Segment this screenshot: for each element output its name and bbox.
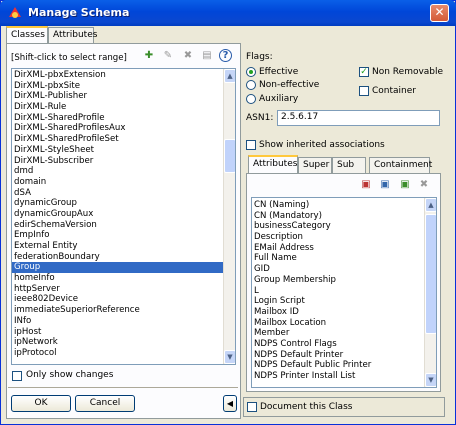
attribute-list-item[interactable]: Member	[252, 328, 423, 339]
class-list-scrollbar[interactable]: ▲ ▼	[223, 69, 235, 364]
class-list-item[interactable]: httpServer	[12, 284, 223, 295]
attribute-list-item[interactable]: NDPS Default Public Printer	[252, 360, 423, 371]
auxiliary-label: Auxiliary	[259, 94, 299, 104]
schema-app-icon	[9, 7, 21, 18]
class-list-item[interactable]: DirXML-Rule	[12, 102, 223, 113]
class-list-item[interactable]: domain	[12, 177, 223, 188]
remove-attribute-icon[interactable]: ✖	[417, 178, 431, 192]
class-list-item[interactable]: immediateSuperiorReference	[12, 305, 223, 316]
attribute-list-item[interactable]: NDPS Control Flags	[252, 339, 423, 350]
attribute-list-item[interactable]: businessCategory	[252, 221, 423, 232]
subtab-containment[interactable]: Containment	[369, 157, 432, 173]
attribute-list-item[interactable]: CN (Naming)	[252, 200, 423, 211]
document-class-label: Document this Class	[260, 402, 353, 412]
attribute-list-item[interactable]: NDPS Printer Install List	[252, 371, 423, 382]
asn1-field[interactable]: 2.5.6.17	[277, 110, 440, 126]
non-effective-label: Non-effective	[259, 80, 320, 90]
class-list-item[interactable]: edirSchemaVersion	[12, 220, 223, 231]
class-list-item[interactable]: ipNetwork	[12, 337, 223, 348]
subtab-sub[interactable]: Sub	[332, 157, 366, 173]
container-checkbox[interactable]	[359, 86, 369, 96]
attribute-list-item[interactable]: EMail Address	[252, 243, 423, 254]
class-list-item[interactable]: DirXML-pbxSite	[12, 81, 223, 92]
attribute-list-item[interactable]: NDPS Default Printer	[252, 350, 423, 361]
show-inherited-label: Show inherited associations	[259, 140, 385, 150]
class-list-item[interactable]: dmd	[12, 166, 223, 177]
attribute-list-scrollbar[interactable]: ▲ ▼	[424, 198, 436, 387]
container-label: Container	[372, 86, 416, 96]
subtab-attributes[interactable]: Attributes	[248, 155, 298, 173]
tab-attributes[interactable]: Attributes	[48, 27, 97, 43]
class-list-item[interactable]: dynamicGroupAux	[12, 209, 223, 220]
delete-class-icon[interactable]: ✖	[181, 49, 195, 63]
scroll-up-icon[interactable]: ▲	[224, 69, 235, 83]
attribute-list-item[interactable]: Full Name	[252, 253, 423, 264]
attr-scroll-up-icon[interactable]: ▲	[425, 198, 436, 212]
add-class-icon[interactable]: ✚	[142, 49, 156, 63]
tab-classes[interactable]: Classes	[6, 26, 48, 44]
non-removable-checkbox[interactable]: ✓	[359, 67, 369, 77]
class-list-item[interactable]: INfo	[12, 316, 223, 327]
class-list-item[interactable]: dynamicGroup	[12, 198, 223, 209]
close-button[interactable]: ✕	[430, 4, 449, 22]
attribute-list-item[interactable]: GID	[252, 264, 423, 275]
show-inherited-checkbox[interactable]	[246, 140, 256, 150]
edit-class-icon[interactable]: ✎	[161, 49, 175, 63]
collapse-panel-button[interactable]: ◀	[223, 395, 237, 412]
scroll-down-icon[interactable]: ▼	[224, 350, 235, 364]
cancel-button[interactable]: Cancel	[75, 395, 135, 412]
class-list-item[interactable]: External Entity	[12, 241, 223, 252]
auxiliary-radio[interactable]	[246, 94, 256, 104]
window-title: Manage Schema	[28, 6, 130, 19]
class-list-item[interactable]: homeInfo	[12, 273, 223, 284]
attribute-list-item[interactable]: Group Membership	[252, 275, 423, 286]
subtab-super[interactable]: Super	[298, 157, 332, 173]
class-list-item[interactable]: ipProtocol	[12, 348, 223, 359]
non-effective-radio[interactable]	[246, 80, 256, 90]
help-icon[interactable]: ?	[219, 49, 232, 62]
attribute-list[interactable]: CN (Naming) CN (Mandatory) businessCategor…	[251, 197, 437, 388]
attr-scroll-down-icon[interactable]: ▼	[425, 373, 436, 387]
shift-click-hint: [Shift-click to select range]	[11, 53, 127, 63]
flags-label: Flags:	[246, 52, 273, 62]
add-mandatory-attribute-icon[interactable]: ▣	[398, 178, 412, 192]
class-list-item[interactable]: federationBoundary	[12, 252, 223, 263]
class-list-item[interactable]: DirXML-pbxExtension	[12, 70, 223, 81]
class-list-item[interactable]: DirXML-StyleSheet	[12, 145, 223, 156]
effective-radio[interactable]	[246, 67, 256, 77]
properties-icon[interactable]: ▤	[200, 49, 214, 63]
attribute-list-item[interactable]: CN (Mandatory)	[252, 211, 423, 222]
class-list-item[interactable]: Group	[12, 262, 223, 274]
class-list-item[interactable]: EmpInfo	[12, 230, 223, 241]
only-show-changes-checkbox[interactable]	[12, 371, 22, 381]
asn1-label: ASN1:	[246, 113, 274, 123]
class-list-item[interactable]: dSA	[12, 188, 223, 199]
attr-scroll-thumb[interactable]	[425, 214, 436, 334]
attribute-list-item[interactable]: Mailbox ID	[252, 307, 423, 318]
class-list-item[interactable]: DirXML-SharedProfile	[12, 113, 223, 124]
document-class-checkbox[interactable]	[247, 402, 257, 412]
class-list-item[interactable]: DirXML-Subscriber	[12, 156, 223, 167]
class-list-item[interactable]: DirXML-SharedProfilesAux	[12, 123, 223, 134]
attribute-list-item[interactable]: Description	[252, 232, 423, 243]
class-list-item[interactable]: DirXML-Publisher	[12, 91, 223, 102]
attribute-list-item[interactable]: L	[252, 286, 423, 297]
divider	[8, 387, 238, 388]
non-removable-label: Non Removable	[372, 67, 444, 77]
class-list[interactable]: DirXML-pbxExtension DirXML-pbxSite DirXML-…	[11, 68, 236, 365]
class-list-item[interactable]: DirXML-SharedProfileSet	[12, 134, 223, 145]
only-show-changes-label: Only show changes	[26, 370, 114, 380]
attribute-list-item[interactable]: Login Script	[252, 296, 423, 307]
class-list-item[interactable]: ieee802Device	[12, 294, 223, 305]
scroll-thumb[interactable]	[224, 139, 235, 173]
add-attribute-icon[interactable]: ▣	[359, 178, 373, 192]
attribute-list-item[interactable]: Mailbox Location	[252, 318, 423, 329]
add-optional-attribute-icon[interactable]: ▣	[378, 178, 392, 192]
ok-button[interactable]: OK	[11, 395, 71, 412]
class-list-item[interactable]: ipHost	[12, 327, 223, 338]
effective-label: Effective	[259, 67, 299, 77]
